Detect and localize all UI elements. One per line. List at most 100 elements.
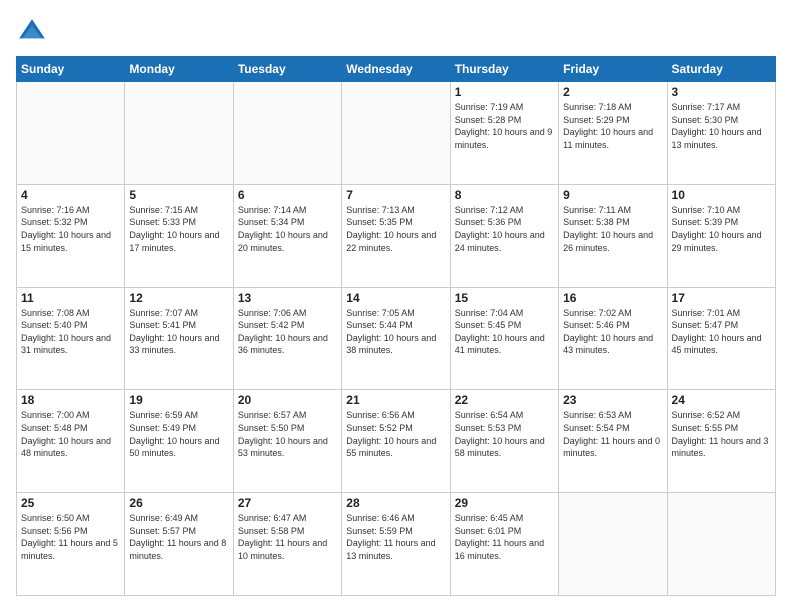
day-cell: 28 Sunrise: 6:46 AM Sunset: 5:59 PM Dayli… <box>342 493 450 596</box>
day-number: 9 <box>563 188 662 202</box>
day-cell <box>342 82 450 185</box>
day-info: Sunrise: 7:18 AM Sunset: 5:29 PM Dayligh… <box>563 101 662 151</box>
day-number: 27 <box>238 496 337 510</box>
day-number: 19 <box>129 393 228 407</box>
day-info: Sunrise: 7:17 AM Sunset: 5:30 PM Dayligh… <box>672 101 771 151</box>
logo-icon <box>16 16 48 48</box>
day-cell: 13 Sunrise: 7:06 AM Sunset: 5:42 PM Dayli… <box>233 287 341 390</box>
day-cell: 8 Sunrise: 7:12 AM Sunset: 5:36 PM Daylig… <box>450 184 558 287</box>
day-number: 20 <box>238 393 337 407</box>
day-info: Sunrise: 6:59 AM Sunset: 5:49 PM Dayligh… <box>129 409 228 459</box>
day-number: 18 <box>21 393 120 407</box>
day-number: 4 <box>21 188 120 202</box>
day-number: 14 <box>346 291 445 305</box>
logo <box>16 16 52 48</box>
week-row-1: 4 Sunrise: 7:16 AM Sunset: 5:32 PM Daylig… <box>17 184 776 287</box>
calendar-table: SundayMondayTuesdayWednesdayThursdayFrid… <box>16 56 776 596</box>
header-cell-monday: Monday <box>125 57 233 82</box>
day-cell: 7 Sunrise: 7:13 AM Sunset: 5:35 PM Daylig… <box>342 184 450 287</box>
day-cell: 15 Sunrise: 7:04 AM Sunset: 5:45 PM Dayli… <box>450 287 558 390</box>
day-cell: 26 Sunrise: 6:49 AM Sunset: 5:57 PM Dayli… <box>125 493 233 596</box>
day-info: Sunrise: 7:13 AM Sunset: 5:35 PM Dayligh… <box>346 204 445 254</box>
header-cell-wednesday: Wednesday <box>342 57 450 82</box>
day-info: Sunrise: 7:07 AM Sunset: 5:41 PM Dayligh… <box>129 307 228 357</box>
day-cell: 29 Sunrise: 6:45 AM Sunset: 6:01 PM Dayli… <box>450 493 558 596</box>
day-cell: 14 Sunrise: 7:05 AM Sunset: 5:44 PM Dayli… <box>342 287 450 390</box>
day-cell: 18 Sunrise: 7:00 AM Sunset: 5:48 PM Dayli… <box>17 390 125 493</box>
day-info: Sunrise: 6:50 AM Sunset: 5:56 PM Dayligh… <box>21 512 120 562</box>
header-cell-saturday: Saturday <box>667 57 775 82</box>
day-cell: 16 Sunrise: 7:02 AM Sunset: 5:46 PM Dayli… <box>559 287 667 390</box>
day-number: 29 <box>455 496 554 510</box>
day-info: Sunrise: 7:10 AM Sunset: 5:39 PM Dayligh… <box>672 204 771 254</box>
week-row-2: 11 Sunrise: 7:08 AM Sunset: 5:40 PM Dayli… <box>17 287 776 390</box>
day-number: 26 <box>129 496 228 510</box>
day-info: Sunrise: 6:49 AM Sunset: 5:57 PM Dayligh… <box>129 512 228 562</box>
day-number: 8 <box>455 188 554 202</box>
day-cell: 3Sunrise: 7:17 AM Sunset: 5:30 PM Daylig… <box>667 82 775 185</box>
day-info: Sunrise: 6:45 AM Sunset: 6:01 PM Dayligh… <box>455 512 554 562</box>
header-cell-sunday: Sunday <box>17 57 125 82</box>
day-number: 15 <box>455 291 554 305</box>
day-cell: 11 Sunrise: 7:08 AM Sunset: 5:40 PM Dayli… <box>17 287 125 390</box>
day-cell: 23Sunrise: 6:53 AM Sunset: 5:54 PM Dayli… <box>559 390 667 493</box>
day-number: 7 <box>346 188 445 202</box>
day-info: Sunrise: 6:56 AM Sunset: 5:52 PM Dayligh… <box>346 409 445 459</box>
day-number: 23 <box>563 393 662 407</box>
day-cell: 5 Sunrise: 7:15 AM Sunset: 5:33 PM Daylig… <box>125 184 233 287</box>
day-number: 21 <box>346 393 445 407</box>
day-info: Sunrise: 7:14 AM Sunset: 5:34 PM Dayligh… <box>238 204 337 254</box>
day-cell: 9 Sunrise: 7:11 AM Sunset: 5:38 PM Daylig… <box>559 184 667 287</box>
calendar-body: 1Sunrise: 7:19 AM Sunset: 5:28 PM Daylig… <box>17 82 776 596</box>
header <box>16 16 776 48</box>
day-info: Sunrise: 7:16 AM Sunset: 5:32 PM Dayligh… <box>21 204 120 254</box>
day-number: 2 <box>563 85 662 99</box>
day-number: 25 <box>21 496 120 510</box>
day-info: Sunrise: 7:06 AM Sunset: 5:42 PM Dayligh… <box>238 307 337 357</box>
day-number: 16 <box>563 291 662 305</box>
day-cell <box>233 82 341 185</box>
day-info: Sunrise: 7:11 AM Sunset: 5:38 PM Dayligh… <box>563 204 662 254</box>
calendar-header: SundayMondayTuesdayWednesdayThursdayFrid… <box>17 57 776 82</box>
page: SundayMondayTuesdayWednesdayThursdayFrid… <box>0 0 792 612</box>
week-row-0: 1Sunrise: 7:19 AM Sunset: 5:28 PM Daylig… <box>17 82 776 185</box>
day-cell <box>125 82 233 185</box>
day-info: Sunrise: 7:00 AM Sunset: 5:48 PM Dayligh… <box>21 409 120 459</box>
day-info: Sunrise: 7:08 AM Sunset: 5:40 PM Dayligh… <box>21 307 120 357</box>
day-cell: 25 Sunrise: 6:50 AM Sunset: 5:56 PM Dayli… <box>17 493 125 596</box>
day-cell: 1Sunrise: 7:19 AM Sunset: 5:28 PM Daylig… <box>450 82 558 185</box>
week-row-3: 18 Sunrise: 7:00 AM Sunset: 5:48 PM Dayli… <box>17 390 776 493</box>
header-cell-thursday: Thursday <box>450 57 558 82</box>
day-number: 5 <box>129 188 228 202</box>
day-info: Sunrise: 7:05 AM Sunset: 5:44 PM Dayligh… <box>346 307 445 357</box>
day-cell: 12 Sunrise: 7:07 AM Sunset: 5:41 PM Dayli… <box>125 287 233 390</box>
day-number: 22 <box>455 393 554 407</box>
day-number: 28 <box>346 496 445 510</box>
day-info: Sunrise: 7:04 AM Sunset: 5:45 PM Dayligh… <box>455 307 554 357</box>
day-info: Sunrise: 6:47 AM Sunset: 5:58 PM Dayligh… <box>238 512 337 562</box>
day-info: Sunrise: 7:12 AM Sunset: 5:36 PM Dayligh… <box>455 204 554 254</box>
week-row-4: 25 Sunrise: 6:50 AM Sunset: 5:56 PM Dayli… <box>17 493 776 596</box>
day-cell <box>17 82 125 185</box>
day-info: Sunrise: 7:01 AM Sunset: 5:47 PM Dayligh… <box>672 307 771 357</box>
day-cell: 22Sunrise: 6:54 AM Sunset: 5:53 PM Dayli… <box>450 390 558 493</box>
day-info: Sunrise: 7:02 AM Sunset: 5:46 PM Dayligh… <box>563 307 662 357</box>
day-info: Sunrise: 6:57 AM Sunset: 5:50 PM Dayligh… <box>238 409 337 459</box>
day-cell <box>559 493 667 596</box>
day-number: 11 <box>21 291 120 305</box>
day-number: 13 <box>238 291 337 305</box>
day-cell: 20 Sunrise: 6:57 AM Sunset: 5:50 PM Dayli… <box>233 390 341 493</box>
day-number: 10 <box>672 188 771 202</box>
day-info: Sunrise: 6:52 AM Sunset: 5:55 PM Dayligh… <box>672 409 771 459</box>
day-number: 1 <box>455 85 554 99</box>
header-row: SundayMondayTuesdayWednesdayThursdayFrid… <box>17 57 776 82</box>
day-number: 17 <box>672 291 771 305</box>
day-cell: 21 Sunrise: 6:56 AM Sunset: 5:52 PM Dayli… <box>342 390 450 493</box>
day-info: Sunrise: 7:15 AM Sunset: 5:33 PM Dayligh… <box>129 204 228 254</box>
day-number: 24 <box>672 393 771 407</box>
day-cell: 10 Sunrise: 7:10 AM Sunset: 5:39 PM Dayli… <box>667 184 775 287</box>
day-cell: 17 Sunrise: 7:01 AM Sunset: 5:47 PM Dayli… <box>667 287 775 390</box>
day-number: 12 <box>129 291 228 305</box>
header-cell-tuesday: Tuesday <box>233 57 341 82</box>
day-info: Sunrise: 6:46 AM Sunset: 5:59 PM Dayligh… <box>346 512 445 562</box>
